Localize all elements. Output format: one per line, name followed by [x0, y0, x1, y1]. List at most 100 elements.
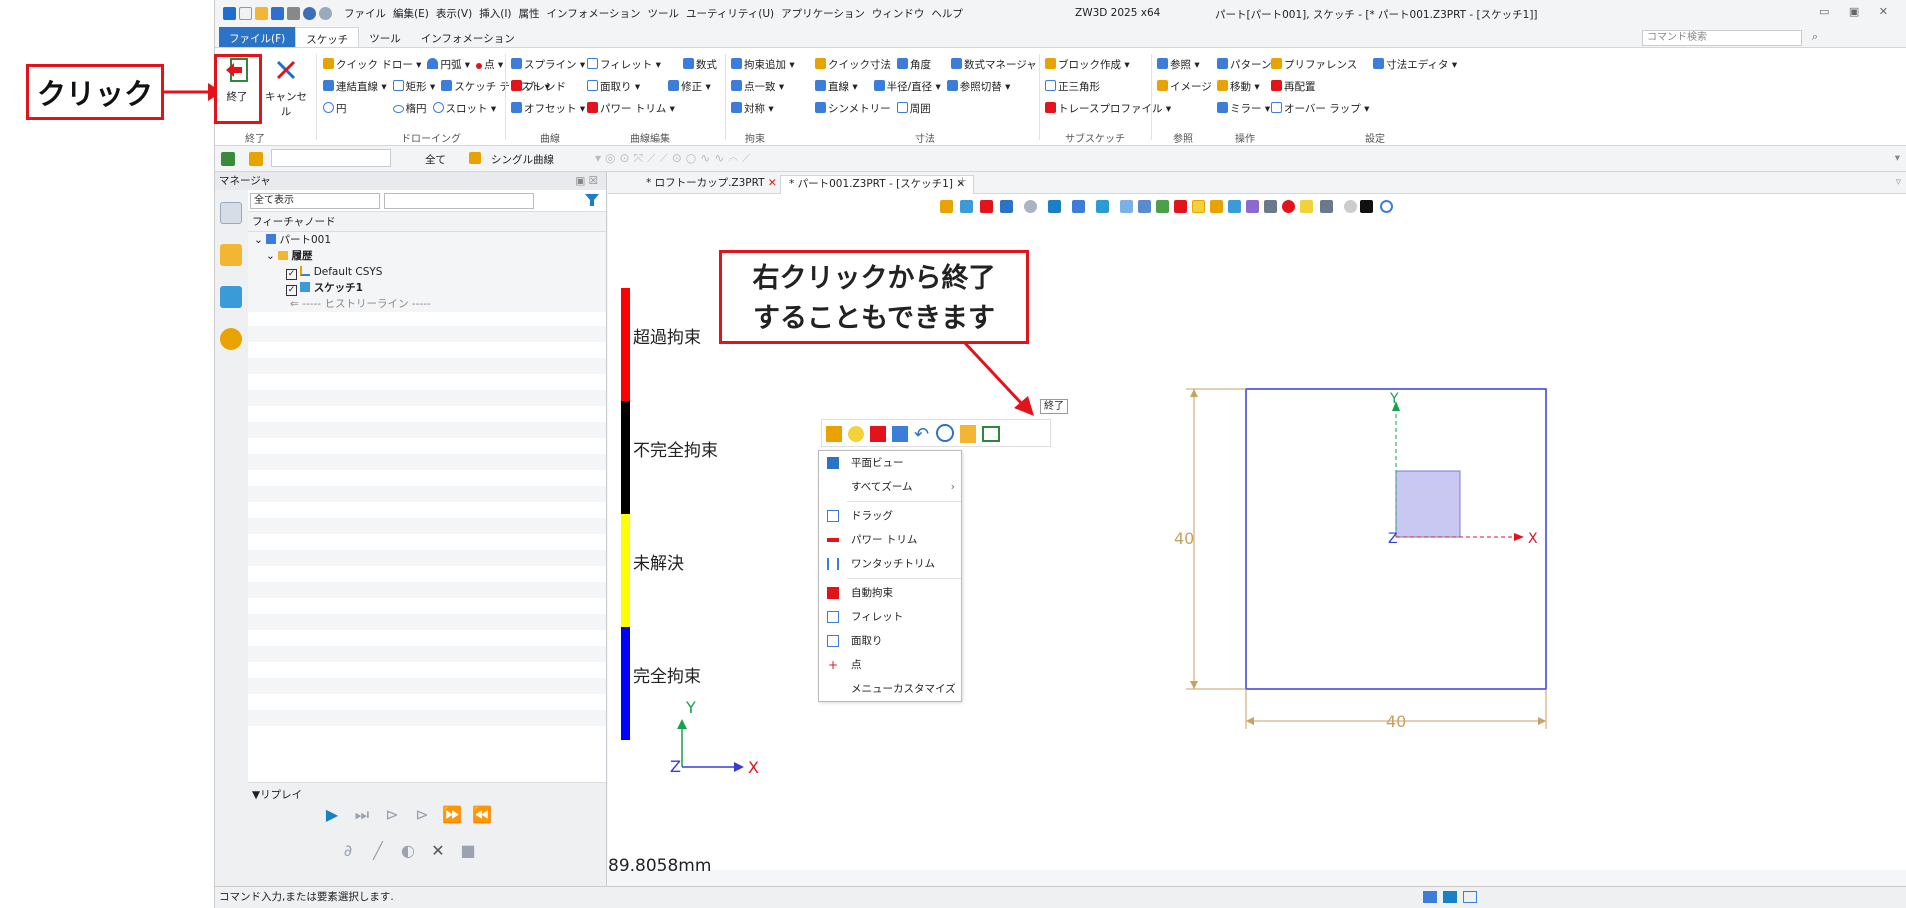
tab-sketch[interactable]: スケッチ — [295, 27, 360, 47]
perimeter-button[interactable]: 周囲 — [896, 98, 931, 120]
finish-button[interactable]: 終了 — [214, 54, 262, 124]
quick-draw-icon[interactable] — [826, 426, 842, 442]
pencil-icon[interactable] — [892, 426, 908, 442]
filter-all[interactable]: 全て — [425, 152, 446, 167]
relocate-button[interactable]: 再配置 — [1271, 76, 1316, 98]
linear-dimension-button[interactable]: 直線 ▾ — [815, 76, 858, 98]
modify-button[interactable]: 修正 ▾ — [668, 76, 711, 98]
view-tool-icon[interactable] — [1282, 200, 1295, 213]
expand-icon[interactable]: ⌄ — [254, 234, 263, 246]
coincident-button[interactable]: 点一致 ▾ — [731, 76, 784, 98]
history-line[interactable]: ⇐ ----- ヒストリーライン ----- — [248, 296, 606, 312]
polyline-button[interactable]: 連結直線 ▾ — [323, 76, 387, 98]
toolbar-overflow-icon[interactable]: ▾ — [1895, 152, 1900, 164]
slot-button[interactable]: スロット ▾ — [432, 98, 496, 120]
view-tool-icon[interactable] — [1174, 200, 1187, 213]
menu-item-zoom-all[interactable]: すべてズーム › — [819, 475, 961, 499]
menu-application[interactable]: アプリケーション — [781, 6, 865, 21]
doc-tab-part001[interactable]: * パート001.Z3PRT - [スケッチ1] ✕ — [780, 175, 975, 194]
refresh-icon[interactable] — [936, 424, 954, 442]
menu-item-power-trim[interactable]: パワー トリム — [819, 528, 961, 552]
view-tool-icon[interactable] — [1264, 200, 1277, 213]
play-icon[interactable]: ▶ — [320, 805, 344, 825]
symmetry-dimension-button[interactable]: シンメトリー — [815, 98, 891, 120]
color-swatch-icon[interactable] — [1360, 200, 1373, 213]
view-tool-icon[interactable] — [1320, 200, 1333, 213]
menu-tools[interactable]: ツール — [648, 6, 680, 21]
symmetry-constraint-button[interactable]: 対称 ▾ — [731, 98, 774, 120]
menu-item-one-touch-trim[interactable]: ワンタッチトリム — [819, 552, 961, 576]
delete-icon[interactable]: ✕ — [426, 841, 450, 861]
constraint-icon[interactable] — [870, 426, 886, 442]
radius-diameter-button[interactable]: 半径/直径 ▾ — [873, 76, 941, 98]
save-icon[interactable] — [271, 6, 284, 20]
menu-item-fillet[interactable]: フィレット — [819, 605, 961, 629]
new-file-icon[interactable] — [239, 6, 252, 20]
offset-button[interactable]: オフセット ▾ — [511, 98, 585, 120]
quick-dimension-button[interactable]: クイック寸法 — [815, 54, 891, 76]
menu-insert[interactable]: 挿入(I) — [479, 6, 511, 21]
chart-icon[interactable] — [249, 152, 263, 166]
menu-utility[interactable]: ユーティリティ(U) — [686, 6, 774, 21]
print-icon[interactable] — [287, 6, 300, 20]
filter-combo[interactable] — [271, 149, 391, 167]
open-file-icon[interactable] — [255, 6, 268, 20]
trace-profile-button[interactable]: トレースプロファイル ▾ — [1045, 98, 1171, 120]
view-tool-icon[interactable] — [1120, 200, 1133, 213]
formula-curve-button[interactable]: 数式 — [682, 54, 717, 76]
tab-information[interactable]: インフォメーション — [411, 27, 525, 47]
snap-tools[interactable]: ▾◎⊙⤧⟋⟋⊙○∿∿⌒⟋ — [595, 151, 754, 166]
add-constraint-button[interactable]: 拘束追加 ▾ — [731, 54, 795, 76]
view-tool-icon[interactable] — [1210, 200, 1223, 213]
quick-draw-button[interactable]: クイック ドロー ▾ — [323, 54, 421, 76]
command-search-input[interactable]: コマンド検索 — [1642, 30, 1802, 46]
layout-icon[interactable] — [1423, 891, 1437, 903]
screen-icon[interactable] — [1443, 891, 1457, 903]
user-icon[interactable] — [220, 328, 242, 350]
view-tool-icon[interactable] — [1024, 200, 1037, 213]
move-button[interactable]: 移動 ▾ — [1217, 76, 1260, 98]
window-icon[interactable] — [1463, 891, 1477, 903]
search-icon[interactable]: ⌕ — [1812, 30, 1818, 44]
formula-manager-button[interactable]: 数式マネージャ — [951, 54, 1037, 76]
create-block-button[interactable]: ブロック作成 ▾ — [1045, 54, 1130, 76]
menu-item-point[interactable]: + 点 — [819, 653, 961, 677]
window-controls[interactable]: ▭ ▣ ✕ — [1819, 5, 1896, 18]
view-tool-icon[interactable] — [1000, 200, 1013, 213]
pick-filter-icon[interactable] — [469, 152, 481, 164]
view-tool-icon[interactable] — [1138, 200, 1151, 213]
checkbox-checked-icon[interactable]: ✓ — [286, 285, 297, 296]
new-tab-icon[interactable]: + — [958, 175, 967, 187]
image-button[interactable]: イメージ — [1157, 76, 1212, 98]
menu-edit[interactable]: 編集(E) — [393, 6, 429, 21]
blend-button[interactable]: ブレンド — [511, 76, 566, 98]
fillet-button[interactable]: フィレット ▾ — [587, 54, 661, 76]
step-forward-icon[interactable]: ⏭ — [350, 805, 374, 825]
doc-tab-loft-cup[interactable]: * ロフトーカップ.Z3PRT ✕ — [638, 175, 785, 194]
tab-overflow-icon[interactable]: ▿ — [1896, 176, 1901, 188]
view-tool-icon[interactable] — [1380, 200, 1393, 213]
regen-icon[interactable]: ◐ — [396, 841, 420, 861]
edit-icon[interactable]: ╱ — [366, 841, 390, 861]
close-icon[interactable]: ✕ — [768, 177, 777, 189]
single-curve-select[interactable]: シングル曲線 — [491, 152, 554, 167]
grid-icon[interactable]: ■ — [456, 841, 480, 861]
panel-controls[interactable]: ▣ ☒ — [575, 172, 598, 190]
chamfer-button[interactable]: 面取り ▾ — [587, 76, 640, 98]
rewind-icon[interactable]: ⏪ — [470, 805, 494, 825]
cancel-button[interactable]: キャンセル — [261, 54, 311, 118]
step-next-icon[interactable]: ⊳ — [380, 805, 404, 825]
arc-button[interactable]: 円弧 ▾ — [427, 54, 470, 76]
undo-icon[interactable]: ↶ — [914, 424, 929, 445]
menu-window[interactable]: ウィンドウ — [872, 6, 925, 21]
tree-node-history[interactable]: ⌄ 履歴 — [248, 248, 606, 264]
tab-file[interactable]: ファイル(F) — [219, 27, 296, 47]
display-filter-select[interactable]: 全て表示 — [250, 193, 380, 209]
mirror-button[interactable]: ミラー ▾ — [1217, 98, 1270, 120]
preferences-button[interactable]: プリファレンス — [1271, 54, 1357, 76]
link-icon[interactable]: ∂ — [336, 841, 360, 861]
point-button[interactable]: 点 ▾ — [476, 54, 503, 76]
menu-view[interactable]: 表示(V) — [436, 6, 472, 21]
rectangle-button[interactable]: 矩形 ▾ — [392, 76, 435, 98]
tab-tools[interactable]: ツール — [359, 27, 411, 47]
